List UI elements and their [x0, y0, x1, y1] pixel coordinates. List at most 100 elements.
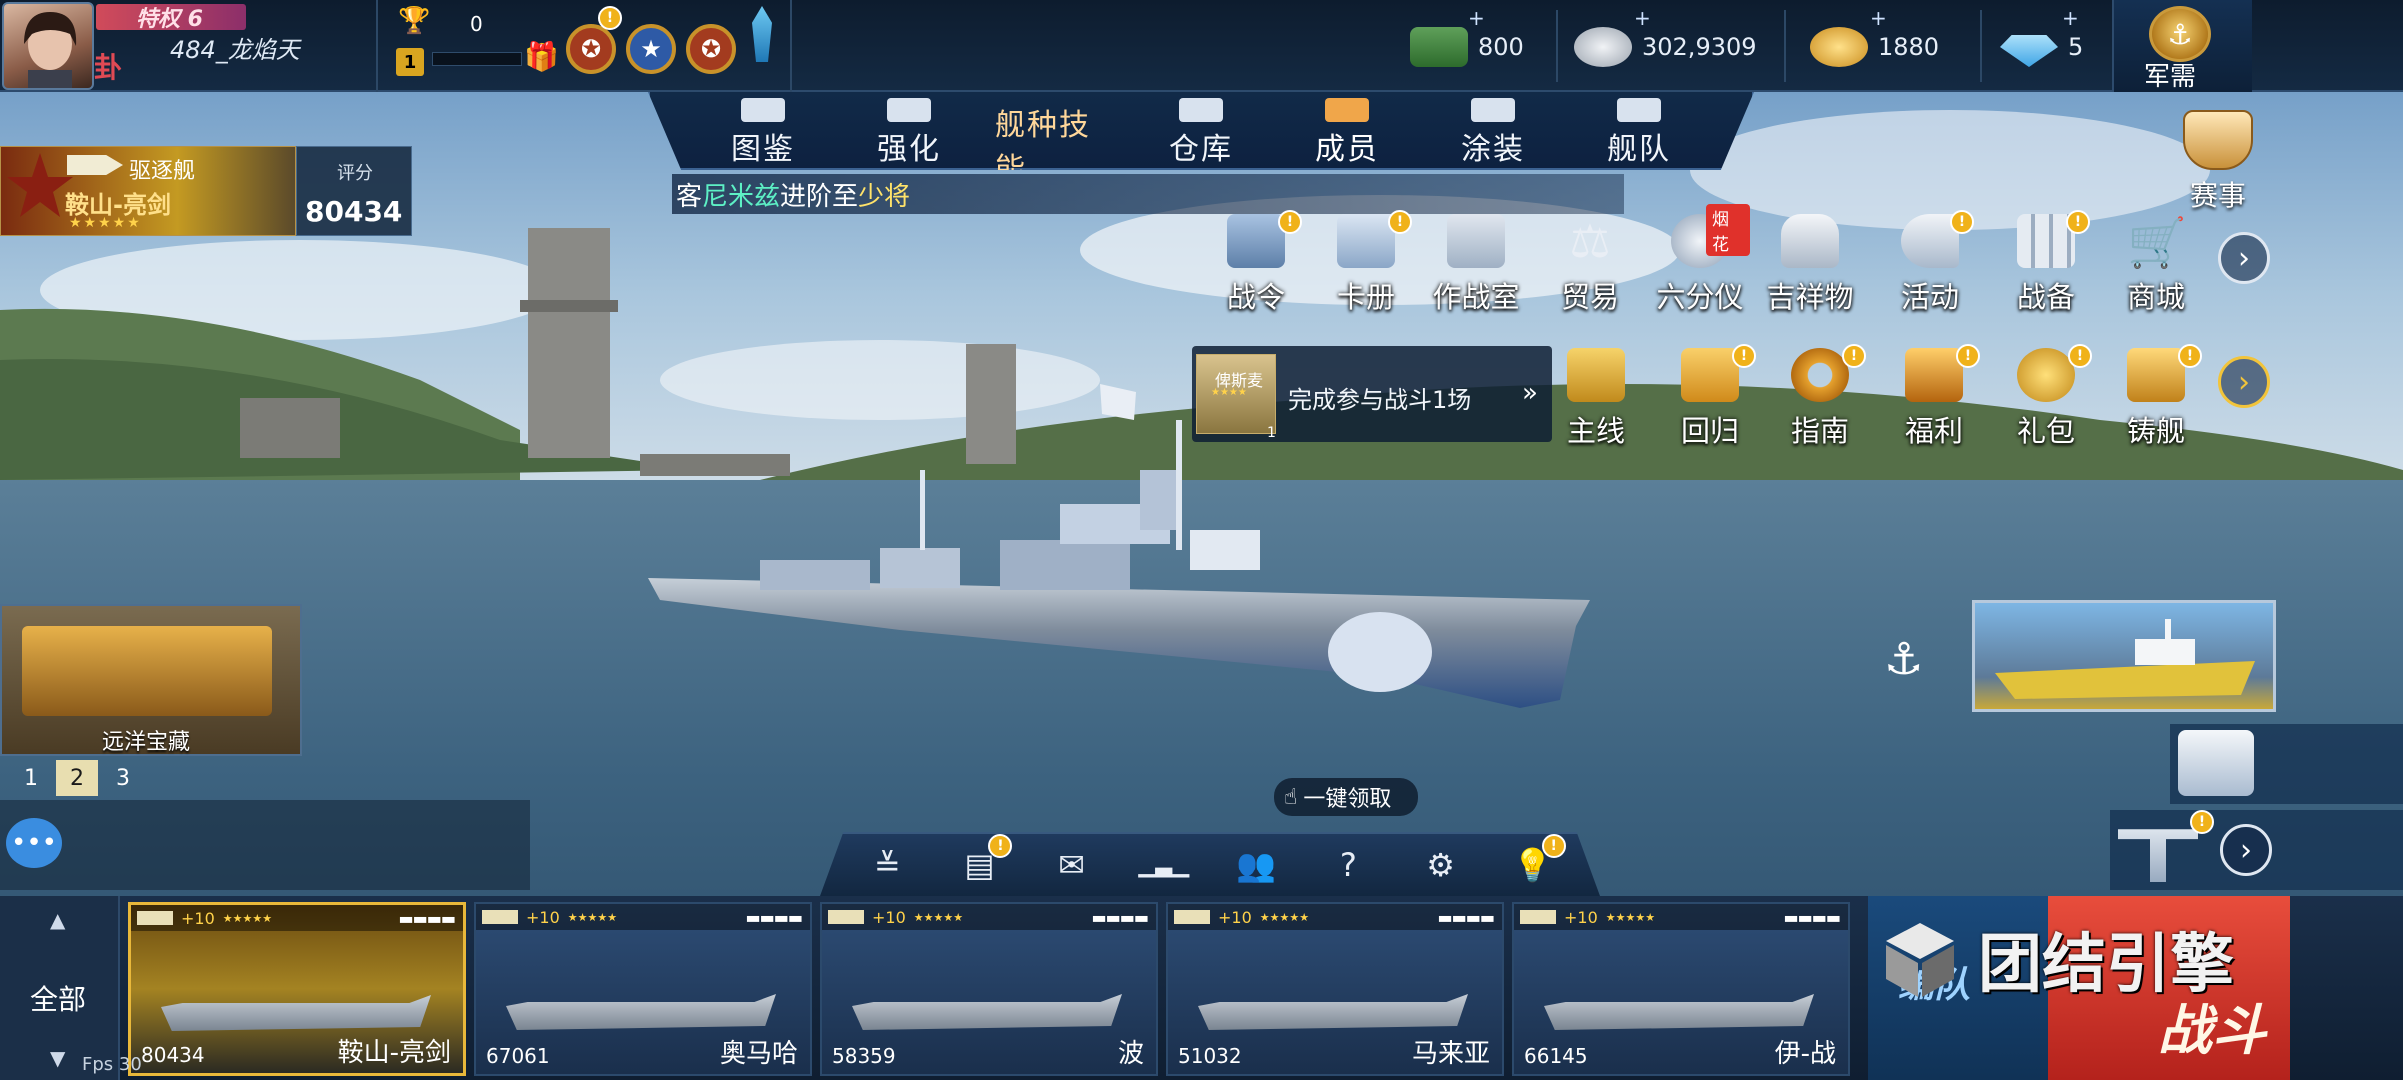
tab-label: 涂装	[1461, 132, 1525, 167]
divider	[1980, 10, 1982, 82]
clipboard-icon[interactable]: ▤!	[954, 834, 1013, 890]
trophy-count: 0	[470, 12, 483, 36]
feature-activity[interactable]: 活动 !	[1880, 206, 1980, 316]
vip-badge[interactable]: 特权 6	[96, 4, 246, 32]
card-album-icon	[1337, 214, 1395, 268]
feature-card-album[interactable]: 卡册 !	[1316, 206, 1416, 316]
page-button[interactable]: 1	[10, 760, 52, 796]
feature-label: 商城	[2126, 280, 2185, 314]
feature-supplies[interactable]: 战备 !	[1996, 206, 2096, 316]
scroll-down-icon[interactable]: ▼	[50, 1046, 65, 1070]
tab-ship-skills[interactable]: 舰种技能	[995, 92, 1115, 170]
medal-icon[interactable]: ✪	[566, 24, 616, 74]
ship-class-icon	[137, 911, 173, 925]
alert-badge: !	[1842, 344, 1866, 368]
tab-warehouse[interactable]: 仓库	[1141, 92, 1261, 168]
main-quest-icon	[1567, 348, 1625, 402]
ship-slot[interactable]: +10 ★★★★★ ▬▬▬▬ 80434 鞍山-亮剑	[128, 902, 466, 1076]
plus-icon[interactable]: +	[2062, 6, 2079, 30]
mail-icon[interactable]: ✉	[1047, 840, 1097, 890]
slot-stars: ★★★★★	[913, 910, 964, 924]
hand-pointer-icon: ☝	[1284, 784, 1298, 810]
book-icon	[741, 98, 785, 122]
resource-cash-value: 800	[1478, 33, 1524, 61]
feature-sextant[interactable]: 六分仪 烟花	[1650, 204, 1750, 316]
tab-upgrade[interactable]: 强化	[849, 92, 969, 168]
ship-slot[interactable]: +10 ★★★★★ ▬▬▬▬ 66145 伊-战	[1512, 902, 1850, 1076]
resource-silver[interactable]: 302,9309 +	[1574, 6, 1757, 80]
tab-fleet[interactable]: 舰队	[1579, 92, 1699, 168]
tab-handbook[interactable]: 图鉴	[703, 92, 823, 168]
settings-gear-icon[interactable]: ⚙	[1416, 840, 1466, 890]
warehouse-icon	[1179, 98, 1223, 122]
slot-stars: ★★★★★	[1605, 910, 1656, 924]
alert-badge: !	[2178, 344, 2202, 368]
feature-main-quest[interactable]: 主线	[1546, 340, 1646, 450]
anchor-icon[interactable]: ⚓	[1884, 634, 1923, 685]
tab-paint[interactable]: 涂装	[1433, 92, 1553, 168]
help-icon[interactable]: ?	[1323, 840, 1373, 890]
ship-slot[interactable]: +10 ★★★★★ ▬▬▬▬ 58359 波	[820, 902, 1158, 1076]
chat-panel[interactable]: •••	[0, 800, 530, 890]
fleet-flag-icon	[1617, 98, 1661, 122]
medal-icon[interactable]: ✪	[686, 24, 736, 74]
plus-icon[interactable]: +	[1870, 6, 1887, 30]
gift-box-icon[interactable]: 🎁	[524, 40, 559, 76]
feature-forge[interactable]: 铸舰 !	[2106, 340, 2206, 450]
current-ship-card[interactable]: 驱逐舰 鞍山-亮剑 ★★★★★	[0, 146, 296, 236]
one-click-claim-button[interactable]: ☝ 一键领取	[1274, 778, 1418, 816]
next-arrow-button[interactable]: ›	[2218, 356, 2270, 408]
player-avatar[interactable]	[2, 2, 94, 90]
scroll-up-icon[interactable]: ▲	[50, 908, 65, 932]
ranking-chart-icon[interactable]: ▁▃▁	[1139, 840, 1190, 890]
alert-badge: !	[1956, 344, 1980, 368]
friends-icon[interactable]: 👥	[1231, 840, 1281, 890]
next-arrow-button[interactable]: ›	[2218, 232, 2270, 284]
collapse-chevrons-icon[interactable]: ≚	[862, 840, 912, 890]
plus-icon[interactable]: +	[1468, 6, 1485, 30]
feature-shop[interactable]: 🛒 商城	[2106, 206, 2206, 316]
feature-welfare[interactable]: 福利 !	[1884, 340, 1984, 450]
task-banner[interactable]: 俾斯麦 ★★★★ 1 完成参与战斗1场 »	[1192, 346, 1552, 442]
filter-all-label: 全部	[30, 983, 87, 1016]
chat-bubble-icon[interactable]: •••	[6, 818, 62, 868]
plus-icon[interactable]: +	[1634, 6, 1651, 30]
slot-name: 伊-战	[1774, 1039, 1836, 1069]
feature-trade[interactable]: ⚖ 贸易	[1540, 206, 1640, 316]
resource-gold[interactable]: 1880 +	[1810, 6, 1939, 80]
page-button[interactable]: 2	[56, 760, 98, 796]
dock-crane-button[interactable]: ! ›	[2110, 810, 2403, 890]
feature-mascot[interactable]: 吉祥物	[1760, 206, 1860, 316]
supply-button[interactable]: ⚓ 军需	[2112, 0, 2252, 92]
engine-watermark-text: 团结引擎	[1978, 928, 2234, 1002]
fleet-ship-thumbnail[interactable]	[1972, 600, 2276, 712]
filter-all-button[interactable]: ▲ 全部 ▼	[0, 896, 120, 1080]
level-badge: 1	[396, 48, 424, 76]
ocean-treasure-panel[interactable]: 远洋宝藏	[0, 604, 302, 756]
tab-label: 成员	[1315, 132, 1379, 167]
slot-score: 58359	[832, 1044, 896, 1068]
fps-counter: Fps 30	[82, 1054, 142, 1075]
page-button[interactable]: 3	[102, 760, 144, 796]
resource-cash[interactable]: 800 +	[1410, 6, 1524, 80]
slot-stars: ★★★★★	[567, 910, 618, 924]
feature-gift-pack[interactable]: 礼包 !	[1996, 340, 2096, 450]
medal-icon[interactable]: ★	[626, 24, 676, 74]
feature-war-room[interactable]: 作战室	[1426, 206, 1526, 316]
score-label: 评分	[337, 163, 373, 184]
feature-return[interactable]: 回归 !	[1660, 340, 1760, 450]
feature-battle-pass[interactable]: 战令 !	[1206, 206, 1306, 316]
ship-slot[interactable]: +10 ★★★★★ ▬▬▬▬ 67061 奥马哈	[474, 902, 812, 1076]
player-name: 484_龙焰天	[170, 36, 300, 64]
resource-diamond[interactable]: 5 +	[2000, 6, 2083, 80]
treasure-icon	[22, 626, 272, 716]
sea-map-button[interactable]	[2170, 724, 2403, 804]
trophy-icon: 🏆	[398, 6, 431, 36]
next-arrow-button[interactable]: ›	[2220, 824, 2272, 876]
tab-crew[interactable]: 成员	[1287, 92, 1407, 168]
event-button[interactable]: 赛事	[2168, 110, 2268, 212]
double-chevron-icon: »	[1522, 378, 1538, 408]
feature-guide[interactable]: 指南 !	[1770, 340, 1870, 450]
ship-slot[interactable]: +10 ★★★★★ ▬▬▬▬ 51032 马来亚	[1166, 902, 1504, 1076]
hint-bulb-icon[interactable]: 💡!	[1508, 834, 1566, 890]
